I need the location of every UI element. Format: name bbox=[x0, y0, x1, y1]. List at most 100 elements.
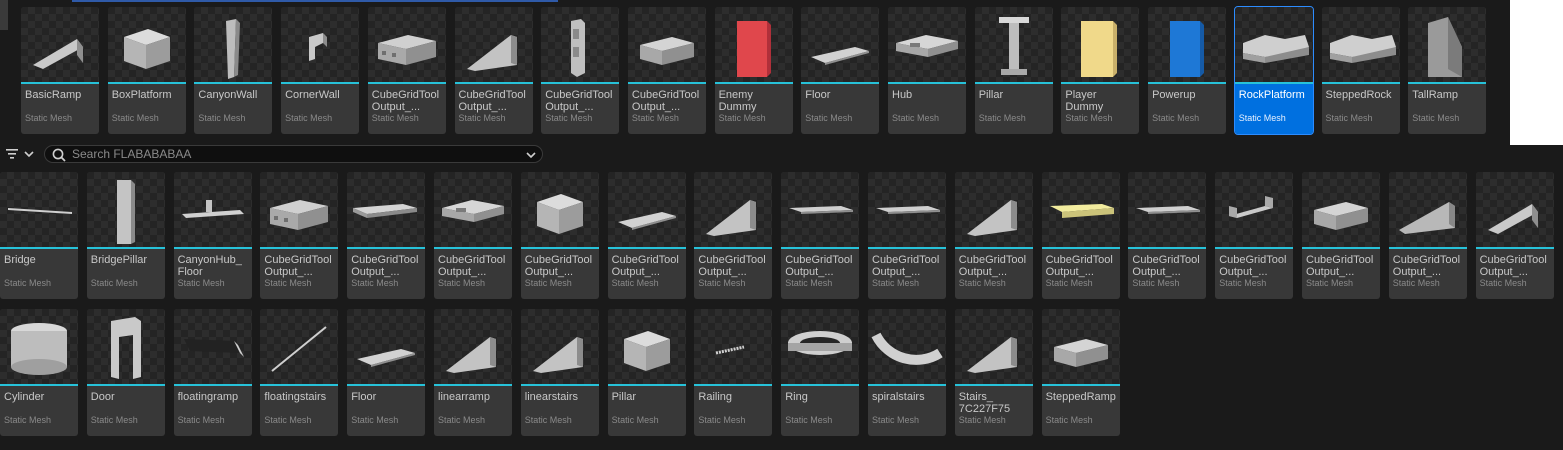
asset-thumbnail bbox=[173, 172, 252, 247]
asset-type-color-bar bbox=[801, 82, 880, 84]
asset-type-color-bar bbox=[868, 247, 946, 249]
asset-thumbnail bbox=[434, 309, 512, 384]
asset-type-color-bar bbox=[260, 247, 339, 249]
asset-tile[interactable]: SteppedRamp Static Mesh bbox=[1041, 309, 1120, 436]
asset-tile[interactable]: Stairs_ 7C227F75 Static Mesh bbox=[954, 309, 1033, 436]
asset-tile[interactable]: TallRamp Static Mesh bbox=[1408, 7, 1487, 134]
asset-tile[interactable]: RockPlatform Static Mesh bbox=[1233, 6, 1314, 135]
asset-type-color-bar bbox=[1302, 247, 1380, 249]
asset-tile[interactable]: CubeGridTool Output_... Static Mesh bbox=[260, 172, 339, 299]
asset-tile[interactable]: CubeGridTool Output_... Static Mesh bbox=[627, 7, 706, 134]
asset-tile[interactable]: CornerWall Static Mesh bbox=[281, 7, 360, 134]
asset-name: SteppedRock bbox=[1325, 89, 1392, 101]
asset-tile[interactable]: CubeGridTool Output_... Static Mesh bbox=[1475, 172, 1554, 299]
asset-tile[interactable]: Enemy Dummy Static Mesh bbox=[714, 7, 793, 134]
asset-tile[interactable]: CubeGridTool Output_... Static Mesh bbox=[1128, 172, 1207, 299]
asset-tile[interactable]: CubeGridTool Output_... Static Mesh bbox=[1388, 172, 1467, 299]
asset-name: Cylinder bbox=[4, 391, 45, 403]
asset-name: floatingramp bbox=[177, 391, 239, 403]
asset-tile[interactable]: CubeGridTool Output_... Static Mesh bbox=[1041, 172, 1120, 299]
asset-tile[interactable]: Hub Static Mesh bbox=[888, 7, 966, 134]
asset-tile[interactable]: BasicRamp Static Mesh bbox=[21, 7, 99, 134]
asset-name: CubeGridTool Output_... bbox=[1045, 254, 1113, 278]
asset-tile[interactable]: Floor Static Mesh bbox=[347, 309, 426, 436]
asset-type-color-bar bbox=[260, 384, 339, 386]
asset-tile[interactable]: Cylinder Static Mesh bbox=[0, 309, 78, 436]
asset-thumbnail bbox=[1128, 172, 1207, 247]
asset-tile[interactable]: Ring Static Mesh bbox=[781, 309, 860, 436]
asset-type-color-bar bbox=[107, 82, 186, 84]
asset-type-color-bar bbox=[954, 247, 1033, 249]
horizontal-scrollbar[interactable] bbox=[72, 0, 558, 2]
asset-name: RockPlatform bbox=[1238, 89, 1305, 101]
asset-tile[interactable]: BridgePillar Static Mesh bbox=[86, 172, 165, 299]
asset-type-label: Static Mesh bbox=[698, 278, 746, 288]
search-options-chevron-down-icon[interactable] bbox=[524, 148, 538, 162]
asset-type-color-bar bbox=[194, 82, 273, 84]
asset-tile[interactable]: Player Dummy Static Mesh bbox=[1061, 7, 1140, 134]
asset-tile[interactable]: CubeGridTool Output_... Static Mesh bbox=[1302, 172, 1380, 299]
asset-name: Bridge bbox=[4, 254, 36, 266]
asset-name: CubeGridTool Output_... bbox=[545, 89, 613, 113]
asset-tile[interactable]: Pillar Static Mesh bbox=[607, 309, 686, 436]
asset-type-color-bar bbox=[434, 247, 512, 249]
asset-tile[interactable]: linearstairs Static Mesh bbox=[520, 309, 599, 436]
asset-tile[interactable]: CubeGridTool Output_... Static Mesh bbox=[694, 172, 773, 299]
asset-tile[interactable]: CubeGridTool Output_... Static Mesh bbox=[367, 7, 446, 134]
asset-thumbnail bbox=[0, 172, 78, 247]
asset-thumbnail bbox=[714, 7, 793, 82]
asset-type-color-bar bbox=[1041, 247, 1120, 249]
asset-tile[interactable]: CubeGridTool Output_... Static Mesh bbox=[347, 172, 426, 299]
asset-tile[interactable]: BoxPlatform Static Mesh bbox=[107, 7, 186, 134]
asset-tile[interactable]: CubeGridTool Output_... Static Mesh bbox=[954, 172, 1033, 299]
search-input[interactable] bbox=[72, 147, 512, 161]
asset-tile[interactable]: CanyonWall Static Mesh bbox=[194, 7, 273, 134]
asset-tile[interactable]: floatingstairs Static Mesh bbox=[260, 309, 339, 436]
asset-tile[interactable]: CubeGridTool Output_... Static Mesh bbox=[1215, 172, 1294, 299]
asset-type-label: Static Mesh bbox=[4, 415, 52, 425]
asset-type-color-bar bbox=[434, 384, 512, 386]
asset-name: Player Dummy bbox=[1065, 89, 1104, 113]
asset-name: Ring bbox=[785, 391, 808, 403]
white-panel bbox=[1510, 0, 1563, 145]
asset-thumbnail bbox=[1041, 309, 1120, 384]
asset-tile[interactable]: CubeGridTool Output_... Static Mesh bbox=[434, 172, 512, 299]
asset-thumbnail bbox=[974, 7, 1053, 82]
asset-thumbnail bbox=[367, 7, 446, 82]
asset-tile[interactable]: SteppedRock Static Mesh bbox=[1321, 7, 1400, 134]
asset-type-label: Static Mesh bbox=[958, 415, 1006, 425]
asset-type-label: Static Mesh bbox=[1045, 278, 1093, 288]
asset-tile[interactable]: Bridge Static Mesh bbox=[0, 172, 78, 299]
asset-type-color-bar bbox=[1215, 247, 1294, 249]
asset-type-label: Static Mesh bbox=[872, 415, 920, 425]
asset-type-label: Static Mesh bbox=[90, 278, 138, 288]
asset-name: CubeGridTool Output_... bbox=[524, 254, 593, 278]
filter-dropdown-button[interactable] bbox=[4, 146, 38, 162]
asset-tile[interactable]: Floor Static Mesh bbox=[801, 7, 880, 134]
asset-type-label: Static Mesh bbox=[1306, 278, 1354, 288]
asset-tile[interactable]: linearramp Static Mesh bbox=[434, 309, 512, 436]
asset-tile[interactable]: spiralstairs Static Mesh bbox=[868, 309, 946, 436]
asset-type-label: Static Mesh bbox=[698, 415, 746, 425]
asset-name: CubeGridTool Output_... bbox=[1479, 254, 1547, 278]
asset-name: CubeGridTool Output_... bbox=[698, 254, 766, 278]
asset-type-color-bar bbox=[520, 384, 599, 386]
asset-tile[interactable]: CubeGridTool Output_... Static Mesh bbox=[520, 172, 599, 299]
asset-tile[interactable]: Powerup Static Mesh bbox=[1148, 7, 1227, 134]
asset-tile[interactable]: CubeGridTool Output_... Static Mesh bbox=[607, 172, 686, 299]
asset-tile[interactable]: CubeGridTool Output_... Static Mesh bbox=[454, 7, 533, 134]
asset-type-label: Static Mesh bbox=[264, 278, 312, 288]
asset-tile[interactable]: CubeGridTool Output_... Static Mesh bbox=[541, 7, 620, 134]
asset-tile[interactable]: Railing Static Mesh bbox=[694, 309, 773, 436]
asset-name: Pillar bbox=[611, 391, 637, 403]
asset-type-color-bar bbox=[1475, 247, 1554, 249]
asset-tile[interactable]: Pillar Static Mesh bbox=[974, 7, 1053, 134]
asset-tile[interactable]: CubeGridTool Output_... Static Mesh bbox=[781, 172, 860, 299]
asset-tile[interactable]: floatingramp Static Mesh bbox=[173, 309, 252, 436]
asset-type-label: Static Mesh bbox=[1412, 113, 1460, 123]
asset-type-label: Static Mesh bbox=[524, 415, 572, 425]
asset-tile[interactable]: CubeGridTool Output_... Static Mesh bbox=[868, 172, 946, 299]
asset-tile[interactable]: CanyonHub_ Floor Static Mesh bbox=[173, 172, 252, 299]
asset-thumbnail bbox=[1234, 7, 1313, 82]
asset-tile[interactable]: Door Static Mesh bbox=[86, 309, 165, 436]
